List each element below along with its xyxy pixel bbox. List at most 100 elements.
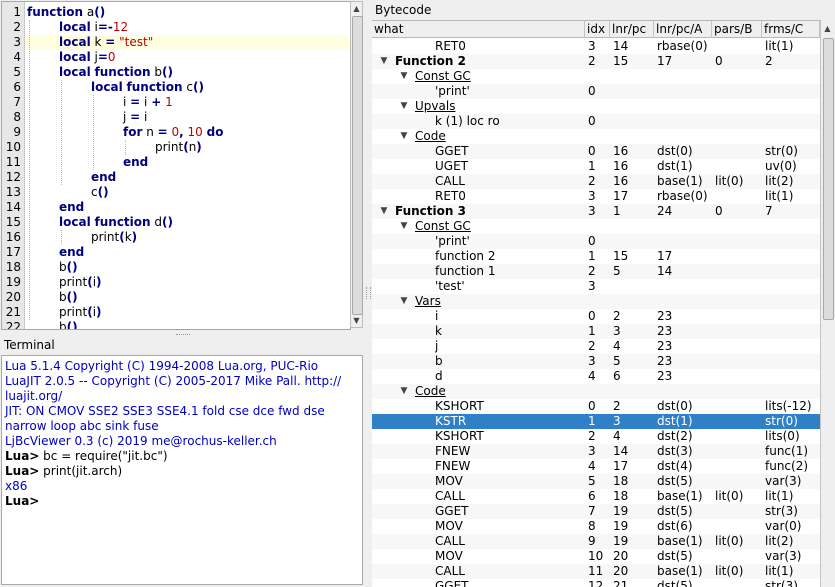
code-editor[interactable]: 1 2 3 4 5 6 7 8 9 10 11 12 13 14 15 16 17 18 19 20 21 22 func… <box>1 1 351 330</box>
tree-row[interactable]: ▼ Vars <box>372 294 820 309</box>
column-header-idx[interactable]: idx <box>585 21 610 38</box>
tree-row[interactable]: MOV 5 18 dst(5) var(3) <box>372 474 820 489</box>
code-line[interactable]: local j=0 <box>59 50 116 65</box>
column-header-lnrpc[interactable]: lnr/pc <box>610 21 654 38</box>
tree-row[interactable]: k (1) loc ro 0 <box>372 114 820 129</box>
cell-a: 23 <box>657 339 673 353</box>
tree-row[interactable]: ▼ Code <box>372 384 820 399</box>
scroll-up-icon[interactable]: ▲ <box>822 22 833 35</box>
code-line[interactable]: b() <box>59 260 78 275</box>
cell-idx: 3 <box>588 204 596 218</box>
code-token: function <box>126 80 183 94</box>
tree-row[interactable]: ▼ Function 2 2 15 17 0 2 <box>372 54 820 69</box>
line-number: 7 <box>13 95 21 109</box>
cell-what: j <box>435 339 439 353</box>
tree-row[interactable]: GGET 12 21 dst(5) str(3) <box>372 579 820 587</box>
code-line[interactable]: function a() <box>27 5 105 20</box>
expand-arrow-icon[interactable]: ▼ <box>399 99 409 114</box>
tree-row[interactable]: ▼ Code <box>372 129 820 144</box>
expand-arrow-icon[interactable]: ▼ <box>379 204 389 219</box>
tree-row[interactable]: MOV 10 20 dst(5) var(3) <box>372 549 820 564</box>
code-line[interactable]: end <box>59 200 84 215</box>
code-line[interactable]: end <box>123 155 148 170</box>
tree-row[interactable]: CALL 11 20 base(1) lit(0) lit(1) <box>372 564 820 579</box>
code-line[interactable]: local function c() <box>91 80 204 95</box>
column-header-what[interactable]: what <box>372 21 585 38</box>
expand-arrow-icon[interactable]: ▼ <box>399 294 409 309</box>
code-line[interactable]: local function b() <box>59 65 173 80</box>
column-header-frmsc[interactable]: frms/C <box>762 21 820 38</box>
tree-row[interactable]: k 1 3 23 <box>372 324 820 339</box>
tree-row[interactable]: ▼ Const GC <box>372 69 820 84</box>
expand-arrow-icon[interactable]: ▼ <box>399 129 409 144</box>
tree-row[interactable]: KSHORT 2 4 dst(2) lits(0) <box>372 429 820 444</box>
cell-c <box>765 249 820 264</box>
tree-row[interactable]: b 3 5 23 <box>372 354 820 369</box>
cell-b <box>715 84 762 99</box>
code-line[interactable]: local i=-12 <box>59 20 128 35</box>
tree-row[interactable]: FNEW 3 14 dst(3) func(1) <box>372 444 820 459</box>
editor-vertical-scrollbar[interactable]: ▲ ▼ <box>350 1 363 328</box>
terminal-output[interactable]: Lua 5.1.4 Copyright (C) 1994-2008 Lua.or… <box>1 355 363 585</box>
tree-row[interactable]: CALL 2 16 base(1) lit(0) lit(2) <box>372 174 820 189</box>
tree-row[interactable]: function 2 1 15 17 <box>372 249 820 264</box>
code-line[interactable]: for n = 0, 10 do <box>123 125 224 140</box>
column-header-lnrpca[interactable]: lnr/pc/A <box>654 21 712 38</box>
scroll-down-icon[interactable]: ▼ <box>351 314 362 327</box>
tree-row[interactable]: CALL 9 19 base(1) lit(0) lit(2) <box>372 534 820 549</box>
cell-c <box>765 309 820 324</box>
code-line[interactable]: local function d() <box>59 215 173 230</box>
column-header-parsb[interactable]: pars/B <box>712 21 762 38</box>
tree-row[interactable]: 'print' 0 <box>372 234 820 249</box>
code-line[interactable]: end <box>59 245 84 260</box>
code-line[interactable]: local k = "test" <box>59 35 153 50</box>
code-line[interactable]: end <box>91 170 116 185</box>
tree-row[interactable]: UGET 1 16 dst(1) uv(0) <box>372 159 820 174</box>
code-line[interactable]: print(n) <box>155 140 202 155</box>
code-line[interactable]: i = i + 1 <box>123 95 173 110</box>
bytecode-tree[interactable]: RET0 3 14 rbase(0) lit(1) ▼ Function 2 2 15 17 0 2 ▼… <box>372 38 820 587</box>
tree-row[interactable]: function 1 2 5 14 <box>372 264 820 279</box>
tree-row[interactable]: j 2 4 23 <box>372 339 820 354</box>
code-line[interactable]: j = i <box>123 110 147 125</box>
scrollbar-thumb[interactable] <box>352 16 363 315</box>
tree-row[interactable]: 'print' 0 <box>372 84 820 99</box>
tree-row[interactable]: RET0 3 17 rbase(0) lit(1) <box>372 189 820 204</box>
horizontal-splitter-handle[interactable] <box>176 329 190 335</box>
cell-what: 'print' <box>435 84 470 98</box>
cell-c <box>765 294 820 309</box>
code-line[interactable]: b() <box>59 320 78 329</box>
tree-row[interactable]: KSTR 1 3 dst(1) str(0) <box>372 414 820 429</box>
code-line[interactable]: print(k) <box>91 230 137 245</box>
cell-idx: 8 <box>588 519 596 533</box>
scroll-up-icon[interactable]: ▲ <box>351 2 362 15</box>
expand-arrow-icon[interactable]: ▼ <box>399 384 409 399</box>
expand-arrow-icon[interactable]: ▼ <box>399 219 409 234</box>
tree-row[interactable]: ▼ Const GC <box>372 219 820 234</box>
tree-row[interactable]: CALL 6 18 base(1) lit(0) lit(1) <box>372 489 820 504</box>
tree-row[interactable]: KSHORT 0 2 dst(0) lits(-12) <box>372 399 820 414</box>
tree-row[interactable]: GGET 0 16 dst(0) str(0) <box>372 144 820 159</box>
code-line[interactable]: c() <box>91 185 109 200</box>
tree-row[interactable]: GGET 7 19 dst(5) str(3) <box>372 504 820 519</box>
expand-arrow-icon[interactable]: ▼ <box>379 54 389 69</box>
tree-row[interactable]: RET0 3 14 rbase(0) lit(1) <box>372 39 820 54</box>
tree-row[interactable]: i 0 2 23 <box>372 309 820 324</box>
cell-a <box>657 279 712 294</box>
expand-arrow-icon[interactable]: ▼ <box>399 69 409 84</box>
tree-row[interactable]: ▼ Upvals <box>372 99 820 114</box>
tree-row[interactable]: 'test' 3 <box>372 279 820 294</box>
code-line[interactable]: print(i) <box>59 275 102 290</box>
code-line[interactable]: print(i) <box>59 305 102 320</box>
code-token: local <box>59 50 91 64</box>
cell-idx <box>588 294 610 309</box>
vertical-splitter[interactable] <box>364 0 371 587</box>
tree-row[interactable]: d 4 6 23 <box>372 369 820 384</box>
code-line[interactable]: b() <box>59 290 78 305</box>
tree-row[interactable]: MOV 8 19 dst(6) var(0) <box>372 519 820 534</box>
tree-row[interactable]: FNEW 4 17 dst(4) func(2) <box>372 459 820 474</box>
tree-row[interactable]: ▼ Function 3 3 1 24 0 7 <box>372 204 820 219</box>
cell-what: KSHORT <box>435 399 484 413</box>
scrollbar-thumb[interactable] <box>823 38 834 320</box>
bytecode-vertical-scrollbar[interactable]: ▲ <box>820 20 835 587</box>
